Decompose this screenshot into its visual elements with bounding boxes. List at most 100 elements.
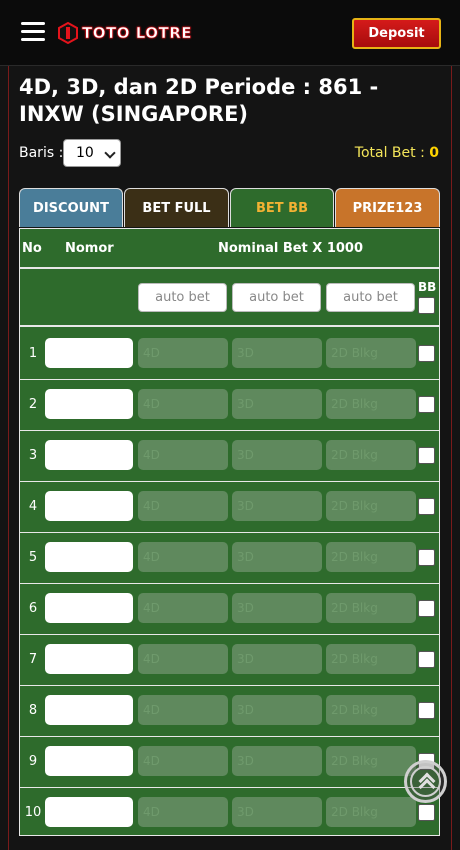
bb-checkbox[interactable] <box>418 651 435 668</box>
nomor-input[interactable] <box>45 695 133 725</box>
baris-select-value: 10 <box>76 145 94 161</box>
nomor-input[interactable] <box>45 593 133 623</box>
row-number: 6 <box>28 601 38 616</box>
tab-bet-full[interactable]: BET FULL <box>124 188 229 227</box>
nomor-input[interactable] <box>45 389 133 419</box>
bet-3d-input[interactable]: 3D <box>232 338 322 368</box>
bb-checkbox[interactable] <box>418 447 435 464</box>
table-row: 2 4D 3D 2D Blkg <box>20 380 439 431</box>
table-row: 1 4D 3D 2D Blkg <box>20 329 439 380</box>
bb-checkbox[interactable] <box>418 345 435 362</box>
bet-4d-input[interactable]: 4D <box>138 695 228 725</box>
bet-4d-input[interactable]: 4D <box>138 440 228 470</box>
bb-checkbox[interactable] <box>418 702 435 719</box>
row-number: 4 <box>28 499 38 514</box>
bb-checkbox[interactable] <box>418 396 435 413</box>
table-row: 10 4D 3D 2D Blkg <box>20 788 439 839</box>
bb-label: BB <box>418 280 437 294</box>
header-nomor: Nomor <box>65 241 114 256</box>
top-navbar: TOTO LOTRE Deposit <box>0 0 460 66</box>
auto-bet-row: auto bet auto bet auto bet BB <box>20 269 439 327</box>
total-bet-value: 0 <box>429 145 439 161</box>
row-number: 3 <box>28 448 38 463</box>
nomor-input[interactable] <box>45 644 133 674</box>
chevron-down-icon <box>104 147 116 159</box>
site-logo[interactable]: TOTO LOTRE <box>58 22 192 44</box>
auto-bet-3d-input[interactable]: auto bet <box>232 283 321 312</box>
logo-text: TOTO LOTRE <box>82 24 192 43</box>
bet-3d-input[interactable]: 3D <box>232 542 322 572</box>
bb-checkbox[interactable] <box>418 804 435 821</box>
bet-4d-input[interactable]: 4D <box>138 593 228 623</box>
bet-2d-input[interactable]: 2D Blkg <box>326 695 416 725</box>
nomor-input[interactable] <box>45 797 133 827</box>
baris-select[interactable]: 10 <box>63 139 121 167</box>
bet-2d-input[interactable]: 2D Blkg <box>326 389 416 419</box>
bet-3d-input[interactable]: 3D <box>232 797 322 827</box>
page-title: 4D, 3D, dan 2D Periode : 861 - INXW (SIN… <box>19 75 379 126</box>
bet-4d-input[interactable]: 4D <box>138 797 228 827</box>
bet-2d-input[interactable]: 2D Blkg <box>326 746 416 776</box>
auto-bet-2d-input[interactable]: auto bet <box>326 283 415 312</box>
nomor-input[interactable] <box>45 491 133 521</box>
bet-2d-input[interactable]: 2D Blkg <box>326 440 416 470</box>
bet-3d-input[interactable]: 3D <box>232 593 322 623</box>
bet-4d-input[interactable]: 4D <box>138 389 228 419</box>
row-number: 9 <box>28 754 38 769</box>
logo-mark-icon <box>58 22 78 44</box>
total-bet: Total Bet : 0 <box>355 145 439 161</box>
bet-2d-input[interactable]: 2D Blkg <box>326 491 416 521</box>
bet-3d-input[interactable]: 3D <box>232 746 322 776</box>
table-row: 5 4D 3D 2D Blkg <box>20 533 439 584</box>
menu-icon[interactable] <box>21 22 45 42</box>
table-row: 9 4D 3D 2D Blkg <box>20 737 439 788</box>
bb-checkbox[interactable] <box>418 549 435 566</box>
scroll-to-top-button[interactable] <box>404 760 447 803</box>
row-number: 1 <box>28 346 38 361</box>
bet-2d-input[interactable]: 2D Blkg <box>326 644 416 674</box>
table-row: 4 4D 3D 2D Blkg <box>20 482 439 533</box>
bet-3d-input[interactable]: 3D <box>232 389 322 419</box>
bet-4d-input[interactable]: 4D <box>138 491 228 521</box>
bet-2d-input[interactable]: 2D Blkg <box>326 338 416 368</box>
table-header: No Nomor Nominal Bet X 1000 <box>20 229 439 269</box>
bb-all-checkbox[interactable] <box>418 297 435 314</box>
row-number: 8 <box>28 703 38 718</box>
bet-4d-input[interactable]: 4D <box>138 746 228 776</box>
auto-bet-4d-input[interactable]: auto bet <box>138 283 227 312</box>
bet-2d-input[interactable]: 2D Blkg <box>326 542 416 572</box>
bet-2d-input[interactable]: 2D Blkg <box>326 797 416 827</box>
nomor-input[interactable] <box>45 338 133 368</box>
bet-table: No Nomor Nominal Bet X 1000 auto bet aut… <box>19 228 440 836</box>
row-number: 10 <box>24 805 42 820</box>
table-row: 6 4D 3D 2D Blkg <box>20 584 439 635</box>
bb-checkbox[interactable] <box>418 600 435 617</box>
bb-checkbox[interactable] <box>418 498 435 515</box>
tab-bet-bb[interactable]: BET BB <box>230 188 334 227</box>
bet-3d-input[interactable]: 3D <box>232 644 322 674</box>
baris-label: Baris : <box>19 145 64 161</box>
nomor-input[interactable] <box>45 746 133 776</box>
table-row: 7 4D 3D 2D Blkg <box>20 635 439 686</box>
row-number: 2 <box>28 397 38 412</box>
table-row: 8 4D 3D 2D Blkg <box>20 686 439 737</box>
bet-4d-input[interactable]: 4D <box>138 542 228 572</box>
nomor-input[interactable] <box>45 542 133 572</box>
header-nominal: Nominal Bet X 1000 <box>218 241 364 256</box>
bet-4d-input[interactable]: 4D <box>138 644 228 674</box>
deposit-button[interactable]: Deposit <box>352 18 441 49</box>
chevron-up-icon <box>410 766 441 797</box>
bet-3d-input[interactable]: 3D <box>232 440 322 470</box>
total-bet-label: Total Bet : <box>354 145 425 161</box>
nomor-input[interactable] <box>45 440 133 470</box>
bet-2d-input[interactable]: 2D Blkg <box>326 593 416 623</box>
bet-3d-input[interactable]: 3D <box>232 491 322 521</box>
tab-discount[interactable]: DISCOUNT <box>19 188 123 227</box>
tab-prize123[interactable]: PRIZE123 <box>335 188 440 227</box>
row-number: 7 <box>28 652 38 667</box>
row-number: 5 <box>28 550 38 565</box>
bet-4d-input[interactable]: 4D <box>138 338 228 368</box>
table-row: 3 4D 3D 2D Blkg <box>20 431 439 482</box>
bet-3d-input[interactable]: 3D <box>232 695 322 725</box>
header-no: No <box>22 241 42 256</box>
